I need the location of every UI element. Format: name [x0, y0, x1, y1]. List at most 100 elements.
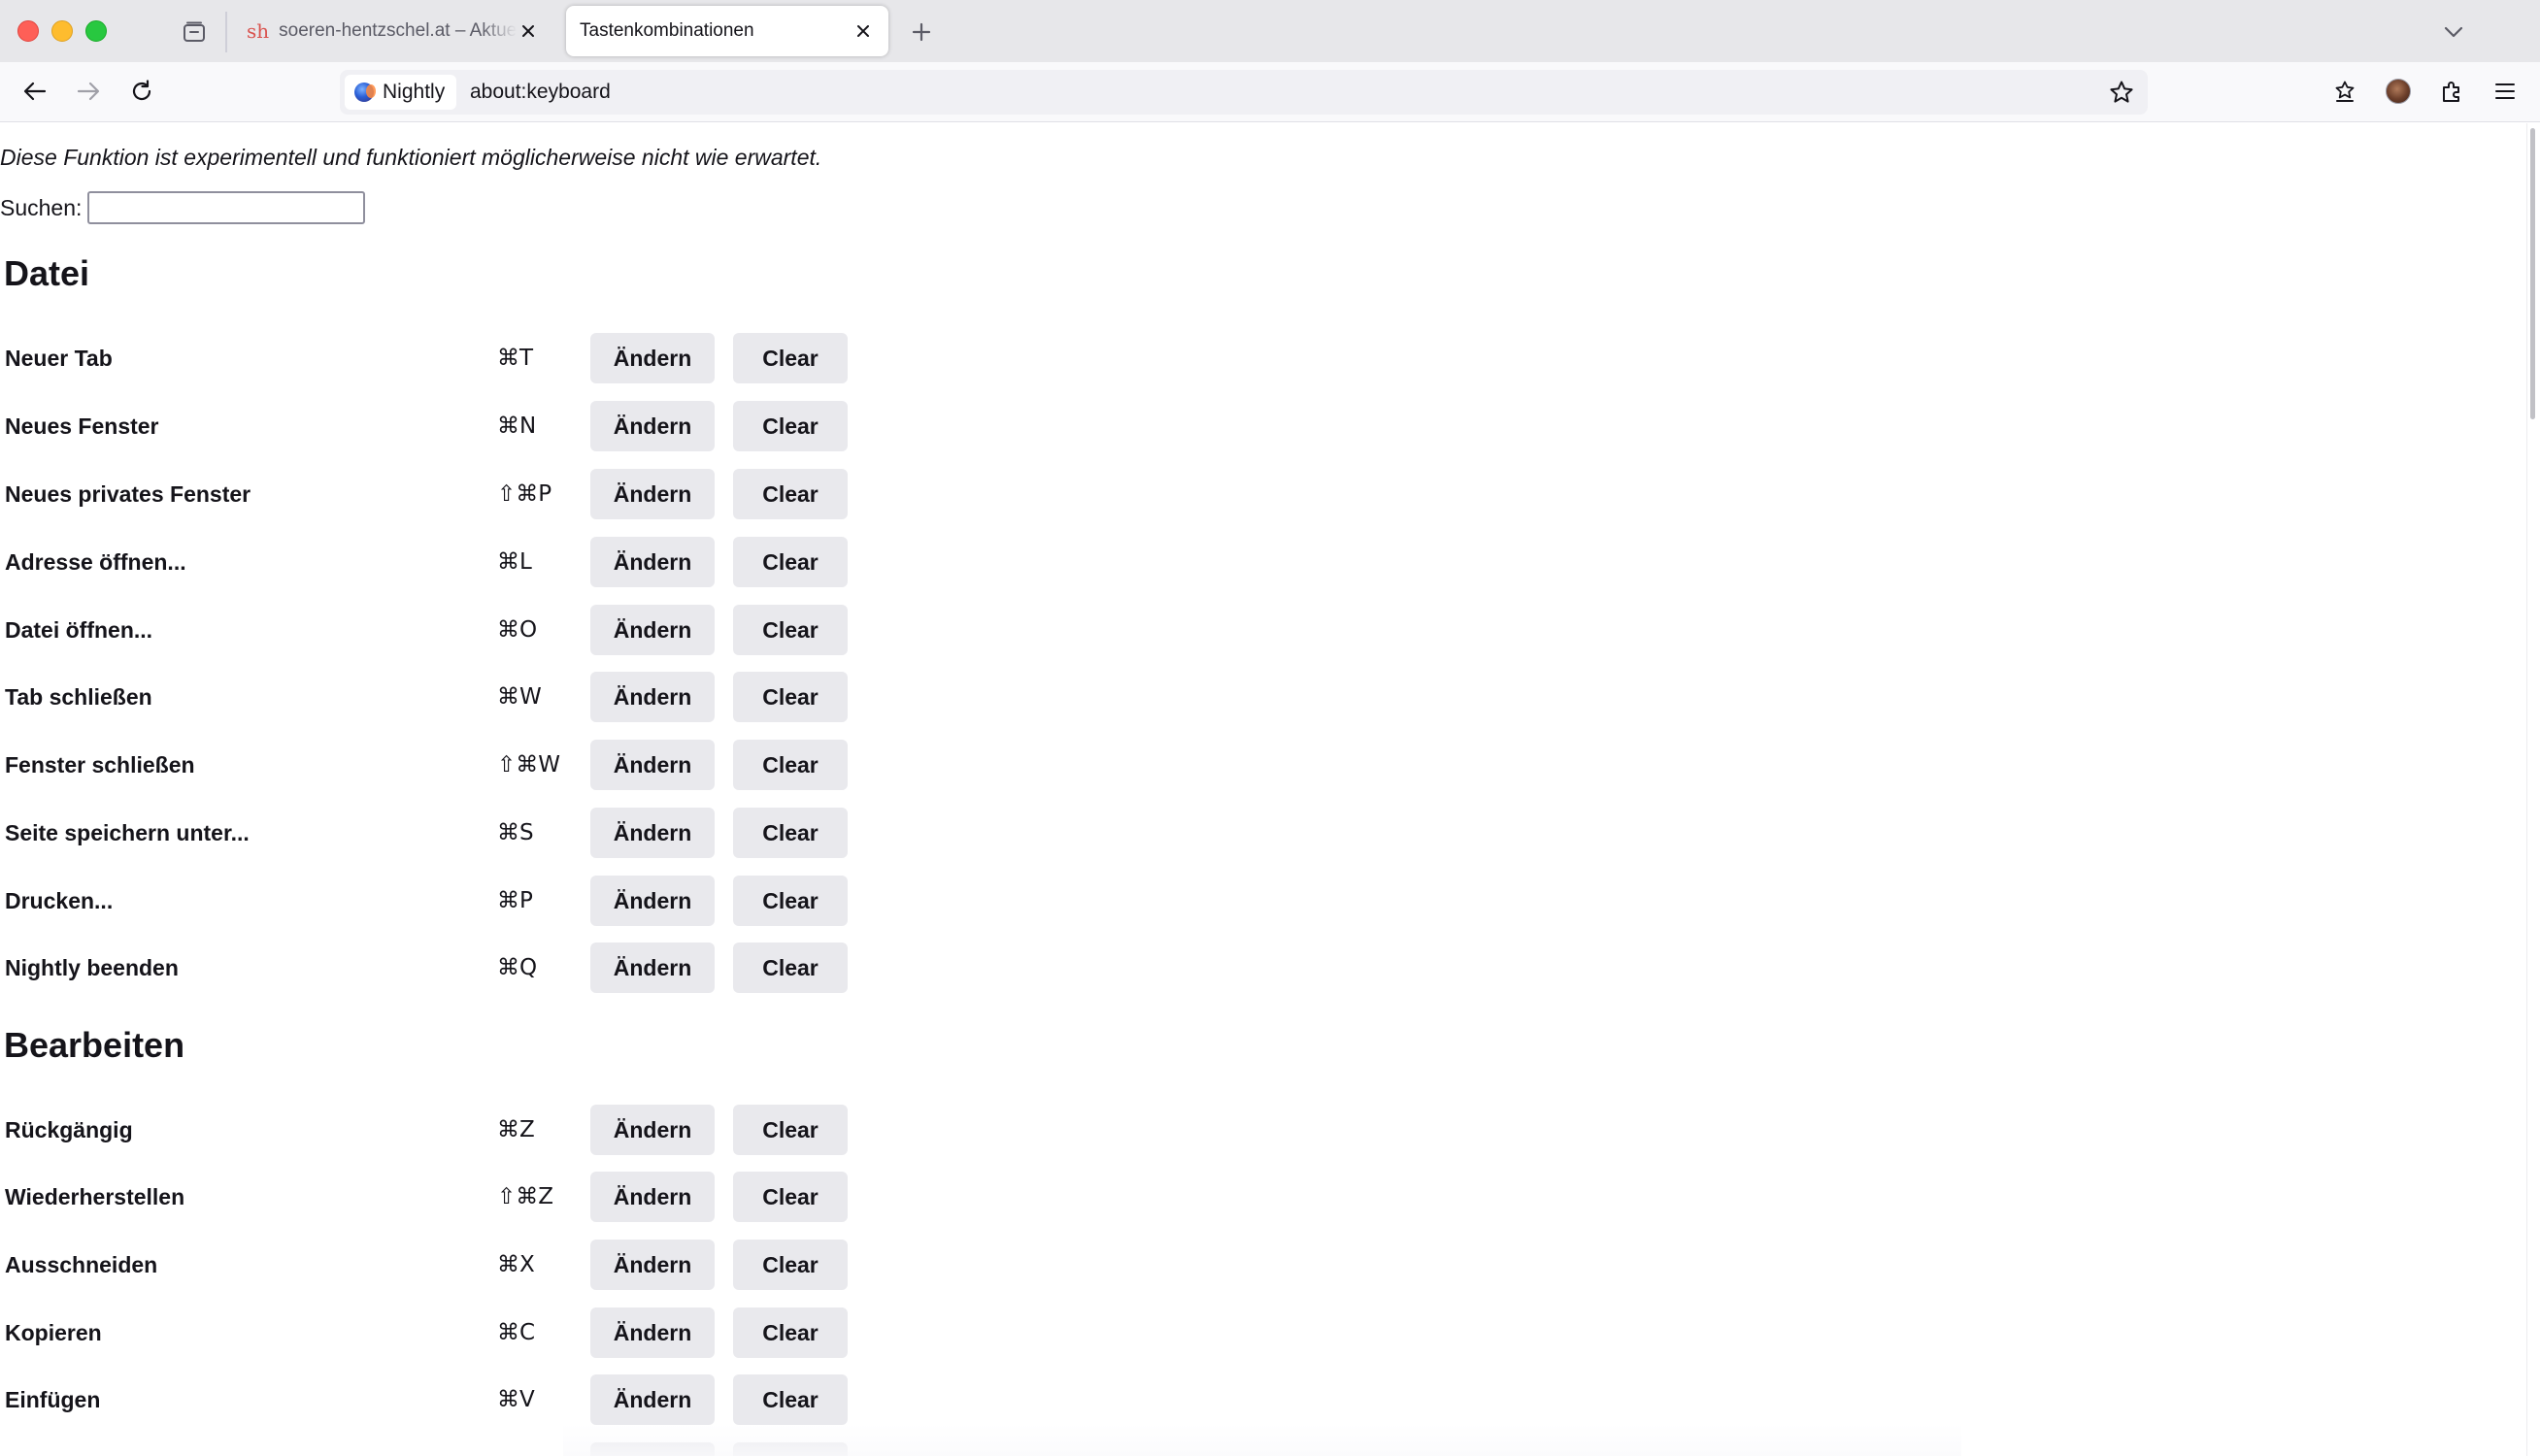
clear-button[interactable]: Clear — [733, 943, 848, 993]
search-row: Suchen: — [0, 191, 366, 224]
arrow-left-icon[interactable] — [16, 72, 54, 111]
change-button[interactable]: Ändern — [590, 672, 715, 722]
shortcut-row: Drucken... ⌘P Ändern Clear — [0, 876, 874, 926]
shortcut-label: Seite speichern unter... — [5, 820, 250, 845]
site-favicon: sh — [247, 19, 270, 43]
shortcut-label: Neuer Tab — [5, 346, 113, 371]
shortcut-label: Nightly beenden — [5, 955, 179, 980]
plus-icon[interactable] — [903, 14, 940, 50]
shortcut-label: Rückgängig — [5, 1117, 133, 1142]
change-button[interactable]: Ändern — [590, 1307, 715, 1358]
shortcut-keys: ⌘Q — [497, 955, 538, 980]
shortcut-keys: ⇧⌘Z — [497, 1184, 554, 1209]
change-button[interactable]: Ändern — [590, 740, 715, 790]
tab-title: Tastenkombinationen — [580, 20, 754, 41]
shortcut-label: Einfügen — [5, 1387, 101, 1412]
shortcut-keys: ⇧⌘P — [497, 481, 552, 507]
shortcut-keys: ⌘P — [497, 888, 533, 913]
clear-button[interactable]: Clear — [733, 740, 848, 790]
change-button[interactable]: Ändern — [590, 808, 715, 858]
reload-icon[interactable] — [122, 72, 161, 111]
close-icon[interactable] — [517, 19, 540, 43]
page-content: Diese Funktion ist experimentell und fun… — [0, 123, 2526, 1456]
change-button[interactable]: Ändern — [590, 876, 715, 926]
shortcut-keys: ⌘V — [497, 1387, 535, 1412]
experimental-notice: Diese Funktion ist experimentell und fun… — [0, 145, 822, 170]
shortcut-row: Fenster schließen ⇧⌘W Ändern Clear — [0, 740, 874, 790]
clear-button[interactable]: Clear — [733, 1172, 848, 1222]
section-title-bearbeiten: Bearbeiten — [4, 1025, 185, 1065]
clear-button[interactable]: Clear — [733, 333, 848, 383]
clear-button[interactable]: Clear — [733, 1105, 848, 1155]
change-button[interactable]: Ändern — [590, 943, 715, 993]
clear-button[interactable]: Clear — [733, 537, 848, 587]
scroll-fade — [563, 1424, 1961, 1456]
change-button[interactable]: Ändern — [590, 605, 715, 655]
shortcut-row: Neuer Tab ⌘T Ändern Clear — [0, 333, 874, 383]
save-icon[interactable] — [2325, 72, 2364, 111]
shortcut-label: Tab schließen — [5, 684, 152, 710]
tab-view-icon[interactable] — [175, 16, 214, 49]
window-zoom-button[interactable] — [85, 20, 107, 42]
tab-separator — [225, 12, 227, 52]
shortcut-row: Datei öffnen... ⌘O Ändern Clear — [0, 605, 874, 655]
arrow-right-icon[interactable] — [69, 72, 108, 111]
search-input[interactable] — [87, 191, 366, 224]
window-close-button[interactable] — [17, 20, 39, 42]
scrollbar-thumb[interactable] — [2530, 128, 2535, 419]
star-icon[interactable] — [2105, 76, 2138, 109]
close-icon[interactable] — [852, 19, 875, 43]
shortcut-row: Seite speichern unter... ⌘S Ändern Clear — [0, 808, 874, 858]
tab-inactive[interactable]: sh soeren-hentzschel.at – Aktuelle — [233, 6, 553, 56]
tab-strip: sh soeren-hentzschel.at – Aktuelle Taste… — [0, 0, 2540, 62]
change-button[interactable]: Ändern — [590, 1172, 715, 1222]
shortcut-keys: ⌘S — [497, 820, 534, 845]
change-button[interactable]: Ändern — [590, 469, 715, 519]
section-title-datei: Datei — [4, 253, 90, 293]
shortcut-keys: ⌘X — [497, 1252, 535, 1277]
change-button[interactable]: Ändern — [590, 537, 715, 587]
shortcut-keys: ⌘W — [497, 684, 542, 710]
shortcut-keys: ⌘L — [497, 549, 532, 575]
clear-button[interactable]: Clear — [733, 469, 848, 519]
clear-button[interactable]: Clear — [733, 876, 848, 926]
clear-button[interactable]: Clear — [733, 605, 848, 655]
window-minimize-button[interactable] — [51, 20, 73, 42]
shortcut-keys: ⌘T — [497, 346, 534, 371]
search-label: Suchen: — [0, 194, 83, 220]
clear-button[interactable]: Clear — [733, 1240, 848, 1290]
change-button[interactable]: Ändern — [590, 1105, 715, 1155]
clear-button[interactable]: Clear — [733, 1307, 848, 1358]
tab-active[interactable]: Tastenkombinationen — [566, 6, 888, 56]
clear-button[interactable]: Clear — [733, 1374, 848, 1425]
clear-button[interactable]: Clear — [733, 808, 848, 858]
clear-button[interactable]: Clear — [733, 401, 848, 451]
shortcut-keys: ⌘N — [497, 414, 537, 439]
change-button[interactable]: Ändern — [590, 1240, 715, 1290]
shortcut-row: Wiederherstellen ⇧⌘Z Ändern Clear — [0, 1172, 874, 1222]
identity-box[interactable]: Nightly — [345, 75, 457, 110]
nightly-logo-icon — [354, 83, 376, 102]
shortcut-label: Adresse öffnen... — [5, 549, 186, 575]
change-button[interactable]: Ändern — [590, 333, 715, 383]
shortcut-label: Drucken... — [5, 888, 114, 913]
shortcut-label: Ausschneiden — [5, 1252, 158, 1277]
change-button[interactable]: Ändern — [590, 401, 715, 451]
shortcut-label: Datei öffnen... — [5, 617, 153, 643]
url-bar[interactable]: Nightly about:keyboard — [340, 70, 2148, 115]
hamburger-icon[interactable] — [2486, 72, 2524, 111]
url-text[interactable]: about:keyboard — [470, 70, 611, 115]
shortcut-keys: ⌘C — [497, 1320, 536, 1345]
shortcut-keys: ⌘Z — [497, 1117, 535, 1142]
avatar[interactable] — [2379, 72, 2418, 111]
shortcut-row: Tab schließen ⌘W Ändern Clear — [0, 672, 874, 722]
change-button[interactable]: Ändern — [590, 1374, 715, 1425]
shortcut-row: Nightly beenden ⌘Q Ändern Clear — [0, 943, 874, 993]
chevron-down-icon[interactable] — [2435, 14, 2472, 50]
shortcut-row: Adresse öffnen... ⌘L Ändern Clear — [0, 537, 874, 587]
clear-button[interactable]: Clear — [733, 672, 848, 722]
puzzle-icon[interactable] — [2432, 72, 2471, 111]
shortcut-row: Einfügen ⌘V Ändern Clear — [0, 1374, 874, 1425]
shortcut-row: Kopieren ⌘C Ändern Clear — [0, 1307, 874, 1358]
identity-label: Nightly — [383, 81, 446, 103]
